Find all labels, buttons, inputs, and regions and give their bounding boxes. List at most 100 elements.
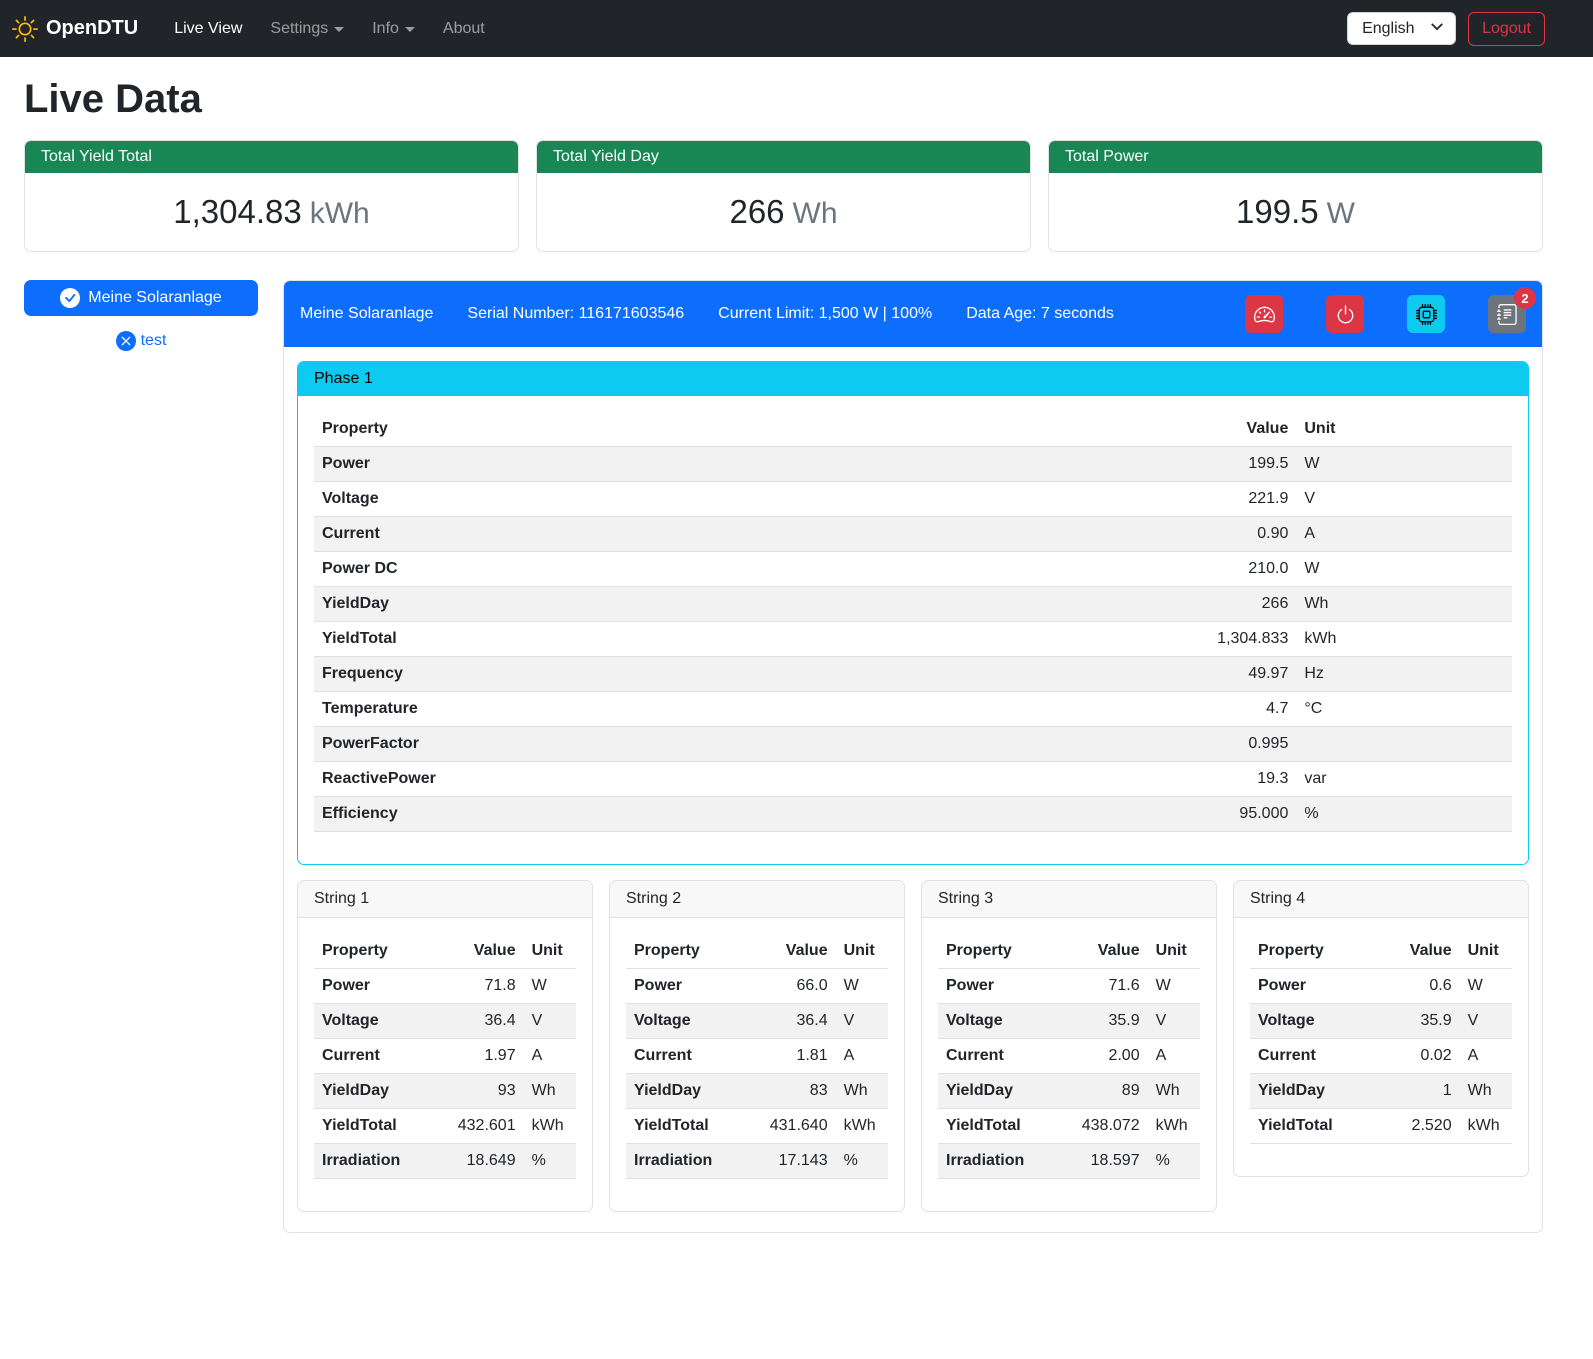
unit-cell: Wh — [836, 1074, 888, 1109]
property-cell: Voltage — [938, 1004, 1059, 1039]
language-select[interactable]: English — [1347, 12, 1456, 45]
sun-icon — [12, 16, 38, 42]
value-cell: 17.143 — [747, 1144, 836, 1179]
column-header: Unit — [524, 934, 576, 969]
unit-cell — [1296, 727, 1512, 762]
property-cell: Power DC — [314, 552, 1033, 587]
table-row: YieldDay93Wh — [314, 1074, 576, 1109]
card-title: Total Yield Total — [25, 141, 518, 173]
table-row: Current0.02A — [1250, 1039, 1512, 1074]
cpu-icon — [1416, 304, 1437, 325]
property-cell: Temperature — [314, 692, 1033, 727]
nav-live-view[interactable]: Live View — [162, 12, 254, 46]
total-power-card: Total Power 199.5W — [1048, 140, 1543, 252]
total-yield-total-unit: kWh — [310, 197, 370, 230]
value-cell: 221.9 — [1033, 482, 1297, 517]
property-cell: Current — [1250, 1039, 1371, 1074]
app-brand[interactable]: OpenDTU — [12, 16, 138, 42]
table-row: Power71.6W — [938, 969, 1200, 1004]
value-cell: 19.3 — [1033, 762, 1297, 797]
unit-cell: % — [524, 1144, 576, 1179]
table-header-row: Property Value Unit — [1250, 934, 1512, 969]
string-1-table: Property Value Unit Power71.8WVoltage36.… — [314, 934, 576, 1179]
unit-cell: W — [1148, 969, 1200, 1004]
card-title: Total Yield Day — [537, 141, 1030, 173]
value-cell: 71.8 — [435, 969, 524, 1004]
caret-down-icon — [334, 27, 344, 32]
value-cell: 1.97 — [435, 1039, 524, 1074]
column-header: Unit — [1296, 412, 1512, 447]
limit-settings-button[interactable] — [1245, 295, 1283, 333]
brand-label: OpenDTU — [46, 17, 138, 40]
column-header: Value — [435, 934, 524, 969]
logout-button[interactable]: Logout — [1468, 12, 1545, 46]
inverter-limit: Current Limit: 1,500 W | 100% — [718, 305, 932, 323]
table-row: YieldDay1Wh — [1250, 1074, 1512, 1109]
property-cell: Current — [626, 1039, 747, 1074]
inverter-data-age: Data Age: 7 seconds — [966, 305, 1114, 323]
string-3-table: Property Value Unit Power71.6WVoltage35.… — [938, 934, 1200, 1179]
card-title: Total Power — [1049, 141, 1542, 173]
unit-cell: W — [836, 969, 888, 1004]
string-title: String 4 — [1234, 881, 1528, 918]
event-count-badge: 2 — [1514, 287, 1536, 309]
unit-cell: kWh — [836, 1109, 888, 1144]
value-cell: 1.81 — [747, 1039, 836, 1074]
table-row: Voltage35.9V — [1250, 1004, 1512, 1039]
property-cell: Current — [314, 517, 1033, 552]
table-row: YieldDay89Wh — [938, 1074, 1200, 1109]
property-cell: Irradiation — [626, 1144, 747, 1179]
table-row: Irradiation18.649% — [314, 1144, 576, 1179]
power-toggle-button[interactable] — [1326, 295, 1364, 333]
gauge-icon — [1254, 304, 1275, 325]
value-cell: 210.0 — [1033, 552, 1297, 587]
unit-cell: W — [1460, 969, 1512, 1004]
x-circle-icon — [116, 331, 136, 351]
property-cell: Voltage — [314, 482, 1033, 517]
column-header: Value — [1033, 412, 1297, 447]
unit-cell: var — [1296, 762, 1512, 797]
table-header-row: Property Value Unit — [314, 412, 1512, 447]
table-row: Power71.8W — [314, 969, 576, 1004]
total-yield-total-card: Total Yield Total 1,304.83kWh — [24, 140, 519, 252]
event-log-button[interactable]: 2 — [1488, 295, 1526, 333]
selected-inverter-button[interactable]: Meine Solaranlage — [24, 280, 258, 316]
property-cell: Voltage — [314, 1004, 435, 1039]
other-inverter-label: test — [141, 332, 167, 350]
unit-cell: Wh — [524, 1074, 576, 1109]
total-yield-day-value: 266 — [729, 193, 784, 230]
unit-cell: Wh — [1296, 587, 1512, 622]
unit-cell: A — [1148, 1039, 1200, 1074]
property-cell: PowerFactor — [314, 727, 1033, 762]
other-inverter-link[interactable]: test — [24, 331, 258, 351]
column-header: Value — [747, 934, 836, 969]
unit-cell: kWh — [1148, 1109, 1200, 1144]
nav-info[interactable]: Info — [360, 12, 427, 46]
table-row: Current1.81A — [626, 1039, 888, 1074]
table-row: Temperature4.7°C — [314, 692, 1512, 727]
unit-cell: % — [1296, 797, 1512, 832]
property-cell: Frequency — [314, 657, 1033, 692]
property-cell: YieldTotal — [314, 622, 1033, 657]
value-cell: 89 — [1059, 1074, 1148, 1109]
property-cell: Current — [938, 1039, 1059, 1074]
string-title: String 2 — [610, 881, 904, 918]
column-header: Value — [1059, 934, 1148, 969]
nav-settings[interactable]: Settings — [258, 12, 356, 46]
unit-cell: W — [1296, 552, 1512, 587]
value-cell: 4.7 — [1033, 692, 1297, 727]
table-row: ReactivePower19.3var — [314, 762, 1512, 797]
property-cell: Efficiency — [314, 797, 1033, 832]
unit-cell: Wh — [1148, 1074, 1200, 1109]
unit-cell: W — [1296, 447, 1512, 482]
caret-down-icon — [405, 27, 415, 32]
unit-cell: Hz — [1296, 657, 1512, 692]
value-cell: 266 — [1033, 587, 1297, 622]
value-cell: 1,304.833 — [1033, 622, 1297, 657]
property-cell: YieldTotal — [314, 1109, 435, 1144]
unit-cell: V — [1148, 1004, 1200, 1039]
nav-about[interactable]: About — [431, 12, 497, 46]
device-info-button[interactable] — [1407, 295, 1445, 333]
column-header: Value — [1371, 934, 1460, 969]
unit-cell: V — [1296, 482, 1512, 517]
